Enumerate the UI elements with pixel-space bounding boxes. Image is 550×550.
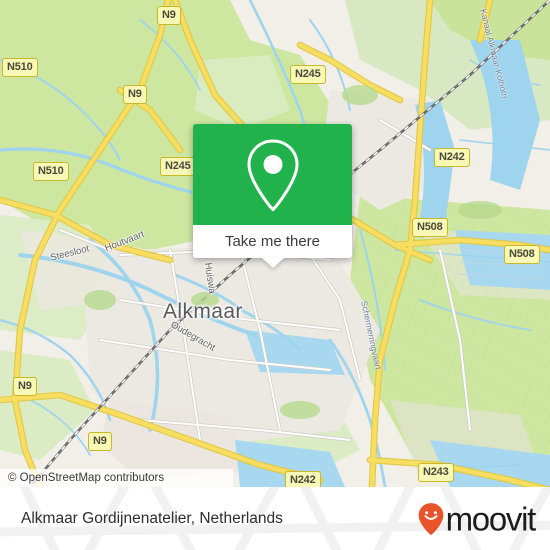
map-canvas[interactable]: Alkmaar Steesloot Houtvaart Oudegracht H… bbox=[0, 0, 550, 487]
road-shield-n9-upper: N9 bbox=[123, 85, 147, 104]
road-shield-n245-mid: N245 bbox=[160, 157, 196, 176]
road-shield-n243-left: N243 bbox=[418, 463, 454, 482]
callout-tail bbox=[261, 258, 284, 268]
osm-attribution-text: © OpenStreetMap contributors bbox=[8, 472, 165, 484]
road-shield-n510-lower: N510 bbox=[33, 162, 69, 181]
road-shield-n9-bottom: N9 bbox=[88, 432, 112, 451]
moovit-smiley-pin-icon bbox=[418, 502, 443, 535]
road-shield-n508-right: N508 bbox=[504, 245, 540, 264]
take-me-there-label: Take me there bbox=[224, 233, 321, 250]
road-shield-n242-bottom: N242 bbox=[285, 471, 321, 487]
road-shield-n510-upper: N510 bbox=[2, 58, 38, 77]
moovit-map-page: Alkmaar Steesloot Houtvaart Oudegracht H… bbox=[0, 0, 550, 550]
road-shield-n245-top: N245 bbox=[290, 65, 326, 84]
moovit-logo[interactable]: moovit bbox=[418, 500, 537, 537]
road-shield-n508-left: N508 bbox=[412, 218, 448, 237]
road-shield-n9-top: N9 bbox=[157, 6, 181, 25]
callout-pin-panel bbox=[193, 124, 352, 225]
footer-bar: Alkmaar Gordijnenatelier, Netherlands mo… bbox=[0, 487, 550, 550]
osm-attribution-bar[interactable]: © OpenStreetMap contributors bbox=[0, 469, 233, 487]
map-pin-icon bbox=[246, 138, 299, 212]
road-shield-n242-right: N242 bbox=[434, 148, 470, 167]
location-callout-card[interactable]: Take me there bbox=[193, 124, 352, 268]
place-title: Alkmaar Gordijnenatelier, Netherlands bbox=[21, 509, 283, 527]
road-shield-n9-left: N9 bbox=[13, 377, 37, 396]
moovit-wordmark: moovit bbox=[445, 500, 537, 537]
callout-action-bar[interactable]: Take me there bbox=[193, 225, 352, 268]
